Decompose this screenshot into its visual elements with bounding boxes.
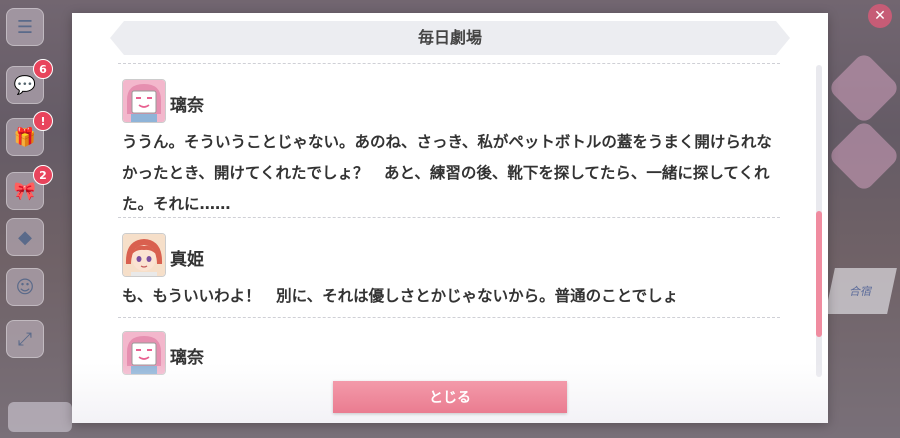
divider [118,63,780,64]
camp-button[interactable]: 合宿 [825,268,897,314]
fullscreen-button[interactable]: ⤢ [6,320,44,358]
speaker-name: 璃奈 [170,96,204,116]
notification-badge: ! [33,111,53,131]
speaker-name: 真姫 [170,250,204,270]
right-side-ui: ✕ 合宿 [820,0,900,438]
menu-button[interactable]: ☰ [6,8,44,46]
close-icon: ✕ [874,8,886,24]
dialog-title-bar: 毎日劇場 [110,21,790,55]
divider [118,317,780,318]
gift-icon: 🎀 [13,180,37,202]
dialog-title: 毎日劇場 [417,28,482,47]
expand-icon: ⤢ [17,328,33,350]
gem-button[interactable]: ◆ [6,218,44,256]
entry-header: 真姫 [118,233,780,281]
dialogue-entry: 璃奈 ううん。そういうことじゃない。あのね、さっき、私がペットボトルの蓋をうまく… [118,79,780,220]
entry-header: 璃奈 [118,79,780,127]
bottom-left-chip[interactable] [8,402,72,432]
dialogue-text: ううん。そういうことじゃない。あのね、さっき、私がペットボトルの蓋をうまく開けら… [122,133,772,213]
person-icon: ☺ [15,276,35,298]
dialogue-entry: 真姫 も、もういいわよ！ 別に、それは優しさとかじゃないから。普通のことでしょ [118,233,780,312]
event-tile[interactable] [827,119,900,193]
camp-label: 合宿 [848,285,874,298]
present-icon: 🎁 [13,126,37,148]
notification-badge: 6 [33,59,53,79]
divider [118,217,780,218]
present-button[interactable]: 🎁 ! [6,111,53,156]
scrollbar-thumb[interactable] [816,211,822,337]
rina-board-avatar [122,79,166,123]
hamburger-icon: ☰ [16,16,34,38]
event-tile[interactable] [827,51,900,125]
notification-badge: 2 [33,165,53,185]
close-x-button[interactable]: ✕ [868,4,892,28]
close-button[interactable]: とじる [333,381,567,413]
gem-icon: ◆ [18,226,32,248]
maki-avatar [122,233,166,277]
daily-theater-dialog: 毎日劇場 璃奈 ううん。そういうことじゃない。あのね、さっき、私がペットボトルの… [72,13,828,423]
member-button[interactable]: ☺ [6,268,44,306]
chat-button[interactable]: 💬 6 [6,59,53,104]
gift-button[interactable]: 🎀 2 [6,165,53,210]
dialog-scroll-content[interactable]: 璃奈 ううん。そういうことじゃない。あのね、さっき、私がペットボトルの蓋をうまく… [72,63,812,393]
dialogue-text: も、もういいわよ！ 別に、それは優しさとかじゃないから。普通のことでしょ [122,287,679,305]
chat-icon: 💬 [13,74,37,96]
